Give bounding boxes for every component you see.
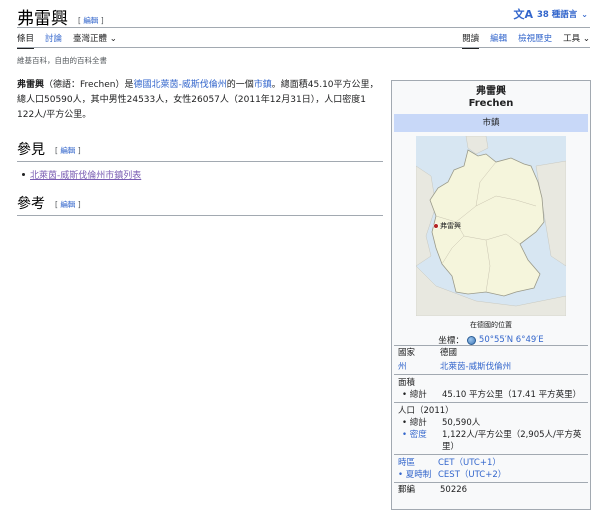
page-tabs: 條目 討論 臺灣正體 ⌄ 閱讀 編輯 檢視歷史 工具 ⌄	[17, 32, 590, 49]
state-link[interactable]: 德國北萊茵-威斯伐倫州	[133, 80, 226, 90]
article-subject: 弗雷興	[17, 80, 45, 90]
municipality-link[interactable]: 市鎮	[254, 80, 272, 90]
location-marker	[433, 223, 439, 229]
globe-icon[interactable]	[466, 335, 476, 345]
intro-paragraph: 弗雷興（德語：Frechen）是德國北萊茵-威斯伐倫州的一個市鎮。總面積45.1…	[17, 80, 379, 120]
tab-talk[interactable]: 討論	[45, 32, 62, 47]
language-count: 38 種語言	[537, 10, 578, 20]
infobox: 弗雷興 Frechen 市鎮 弗雷興 在德國的位置 坐標： 50°55′N 6°	[391, 80, 591, 510]
row-state: 州 北萊茵-威斯伐倫州	[394, 360, 588, 374]
tools-dropdown[interactable]: 工具 ⌄	[563, 32, 590, 47]
chevron-down-icon: ⌄	[581, 9, 588, 19]
see-also-edit-link[interactable]: [ 編輯 ]	[55, 145, 81, 156]
map-label: 弗雷興	[440, 222, 461, 230]
municipality-list-link[interactable]: 北萊茵-威斯伐倫州市鎮列表	[30, 168, 141, 181]
heading-see-also: 參見 [ 編輯 ]	[17, 141, 383, 162]
state-label-link[interactable]: 州	[398, 362, 407, 372]
variant-dropdown[interactable]: 臺灣正體 ⌄	[73, 32, 117, 47]
section-timezone: 時區 CET（UTC+1） • 夏時制 CEST（UTC+2）	[394, 454, 588, 482]
row-country: 國家 德國	[394, 345, 588, 360]
timezone-link[interactable]: 時區	[398, 458, 415, 468]
infobox-rows: 國家 德國 州 北萊茵-威斯伐倫州 面積 • 總計 45.10 平方公里（17.4…	[394, 345, 588, 497]
section-area: 面積 • 總計 45.10 平方公里（17.41 平方英里）	[394, 374, 588, 402]
dst-link[interactable]: • 夏時制	[398, 470, 431, 480]
map-caption: 在德國的位置	[470, 321, 512, 329]
infobox-type: 市鎮	[394, 114, 588, 132]
tabs-divider	[17, 47, 590, 48]
state-value-link[interactable]: 北萊茵-威斯伐倫州	[440, 362, 511, 372]
heading-references: 參考 [ 編輯 ]	[17, 195, 383, 216]
site-tagline: 維基百科，自由的百科全書	[17, 56, 107, 65]
cet-link[interactable]: CET（UTC+1）	[438, 458, 501, 468]
location-map[interactable]: 弗雷興	[415, 135, 567, 317]
tab-edit[interactable]: 編輯	[490, 32, 507, 47]
tab-history[interactable]: 檢視歷史	[518, 32, 552, 47]
see-also-list: 北萊茵-威斯伐倫州市鎮列表	[22, 168, 141, 181]
title-divider	[17, 27, 590, 28]
chevron-down-icon: ⌄	[582, 34, 590, 44]
translate-icon: 文A	[513, 8, 533, 21]
germany-map	[415, 135, 567, 317]
section-population: 人口（2011） • 總計 50,590人 • 密度 1,122人/平方公里（2,9…	[394, 402, 588, 454]
list-item: 北萊茵-威斯伐倫州市鎮列表	[22, 168, 141, 181]
title-edit-link[interactable]: [ 編輯 ]	[78, 15, 104, 26]
density-link[interactable]: • 密度	[402, 430, 427, 440]
language-button[interactable]: 文A 38 種語言 ⌄	[513, 6, 588, 22]
cest-link[interactable]: CEST（UTC+2）	[438, 470, 506, 480]
chevron-down-icon: ⌄	[109, 34, 117, 44]
references-edit-link[interactable]: [ 編輯 ]	[55, 199, 81, 210]
row-postal: 郵編 50226	[394, 482, 588, 497]
infobox-title: 弗雷興 Frechen	[468, 86, 514, 109]
coordinates-link[interactable]: 50°55′N 6°49′E	[479, 335, 544, 345]
